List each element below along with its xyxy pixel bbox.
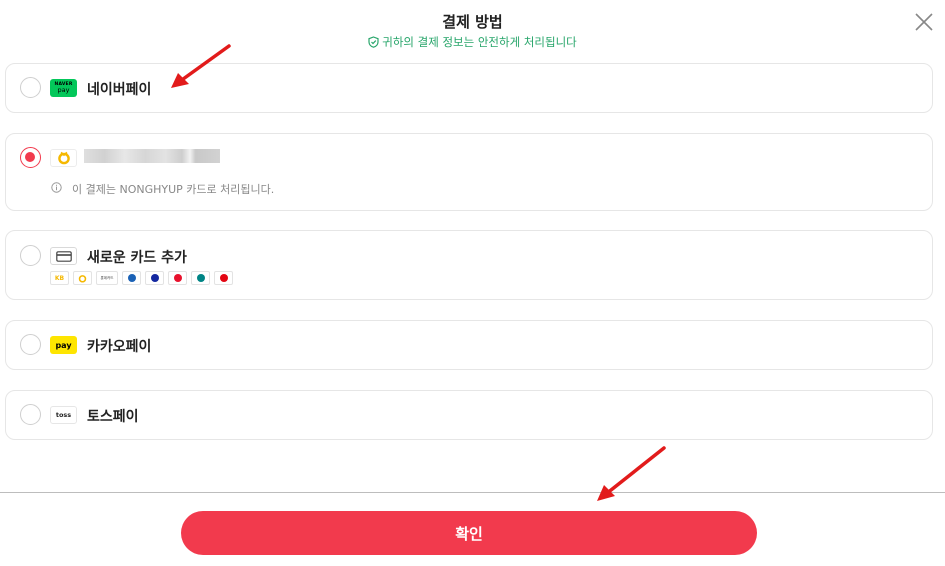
radio-naverpay[interactable] <box>20 77 41 98</box>
nonghyup-logo <box>50 149 77 167</box>
confirm-button[interactable]: 확인 <box>181 511 757 555</box>
shinhan-card-icon <box>122 271 141 285</box>
radio-saved-card[interactable] <box>20 147 41 168</box>
naverpay-logo: NAVER pay <box>50 79 77 97</box>
card-info-note: 이 결제는 NONGHYUP 카드로 처리됩니다. <box>51 181 274 197</box>
annotation-arrow-confirm <box>597 446 666 501</box>
bc-card-icon <box>214 271 233 285</box>
kb-card-icon: KB <box>50 271 69 285</box>
footer-divider <box>0 492 945 493</box>
card-brand-list: KB 롯데카드 <box>50 271 233 285</box>
nonghyup-card-icon <box>73 271 92 285</box>
radio-tosspay[interactable] <box>20 404 41 425</box>
close-icon[interactable] <box>914 12 934 32</box>
radio-new-card[interactable] <box>20 245 41 266</box>
modal-header: 결제 방법 귀하의 결제 정보는 안전하게 처리됩니다 <box>0 0 945 56</box>
payment-option-kakaopay[interactable]: pay 카카오페이 <box>5 320 933 370</box>
card-info-text: 이 결제는 NONGHYUP 카드로 처리됩니다. <box>72 183 275 196</box>
hana-card-icon <box>191 271 210 285</box>
secure-notice-text: 귀하의 결제 정보는 안전하게 처리됩니다 <box>382 35 577 49</box>
samsung-card-icon <box>145 271 164 285</box>
tosspay-logo: toss <box>50 406 77 424</box>
secure-notice: 귀하의 결제 정보는 안전하게 처리됩니다 <box>0 34 945 51</box>
tosspay-label: 토스페이 <box>87 409 139 425</box>
hyundai-card-icon <box>168 271 187 285</box>
naverpay-label: 네이버페이 <box>87 82 152 98</box>
modal-title: 결제 방법 <box>442 13 503 31</box>
credit-card-icon <box>50 247 77 265</box>
info-icon <box>51 182 62 196</box>
shield-icon <box>368 36 379 51</box>
kakaopay-logo: pay <box>50 336 77 354</box>
radio-kakaopay[interactable] <box>20 334 41 355</box>
masked-card-number <box>84 149 220 163</box>
payment-option-saved-card[interactable]: 이 결제는 NONGHYUP 카드로 처리됩니다. <box>5 133 933 211</box>
payment-option-new-card[interactable]: 새로운 카드 추가 KB 롯데카드 <box>5 230 933 300</box>
lotte-card-icon: 롯데카드 <box>96 271 118 285</box>
payment-option-naverpay[interactable]: NAVER pay 네이버페이 <box>5 63 933 113</box>
kakaopay-label: 카카오페이 <box>87 339 152 355</box>
payment-option-tosspay[interactable]: toss 토스페이 <box>5 390 933 440</box>
new-card-label: 새로운 카드 추가 <box>87 250 187 266</box>
